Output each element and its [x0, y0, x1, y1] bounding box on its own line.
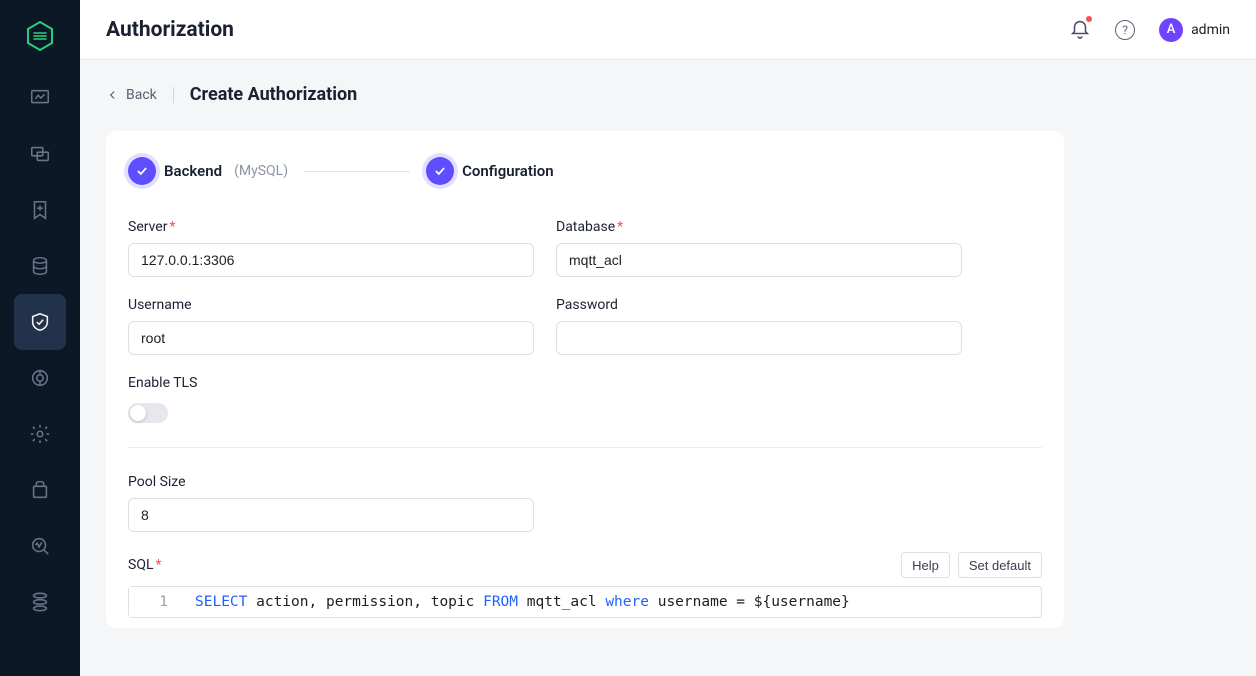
sidebar — [0, 0, 80, 676]
nav-topics-icon[interactable] — [14, 182, 66, 238]
check-icon — [426, 157, 454, 185]
app-header: Authorization ? A admin — [80, 0, 1256, 60]
nav-rules-icon[interactable] — [14, 350, 66, 406]
pool-size-input[interactable] — [128, 498, 534, 532]
avatar: A — [1159, 18, 1183, 42]
database-input[interactable] — [556, 243, 962, 277]
nav-authorization-icon[interactable] — [14, 294, 66, 350]
notifications-icon[interactable] — [1069, 17, 1091, 43]
username-input[interactable] — [128, 321, 534, 355]
app-logo[interactable] — [10, 12, 70, 60]
nav-clients-icon[interactable] — [14, 126, 66, 182]
sql-label: SQL* — [128, 557, 162, 573]
configuration-card: Backend (MySQL) Configuration Server* — [106, 131, 1064, 628]
step-backend[interactable]: Backend (MySQL) — [128, 157, 288, 185]
username: admin — [1191, 22, 1230, 38]
gutter-line: 1 — [129, 587, 185, 617]
tls-toggle[interactable] — [128, 403, 168, 423]
pool-size-label: Pool Size — [128, 474, 534, 490]
database-label: Database* — [556, 219, 962, 235]
nav-data-icon[interactable] — [14, 238, 66, 294]
step-configuration[interactable]: Configuration — [426, 157, 554, 185]
sql-editor[interactable]: 1 SELECT action, permission, topic FROM … — [128, 586, 1042, 618]
check-icon — [128, 157, 156, 185]
breadcrumb: Back Create Authorization — [106, 84, 1230, 105]
set-default-button[interactable]: Set default — [958, 552, 1042, 578]
back-button[interactable]: Back — [106, 87, 174, 103]
page-title: Authorization — [106, 18, 234, 42]
tls-label: Enable TLS — [128, 375, 534, 391]
user-menu[interactable]: A admin — [1159, 18, 1230, 42]
nav-extensions-icon[interactable] — [14, 462, 66, 518]
help-button[interactable]: Help — [901, 552, 950, 578]
password-input[interactable] — [556, 321, 962, 355]
page-heading: Create Authorization — [190, 84, 358, 105]
server-input[interactable] — [128, 243, 534, 277]
password-label: Password — [556, 297, 962, 313]
step-backend-label: Backend — [164, 162, 222, 180]
sql-content: SELECT action, permission, topic FROM mq… — [185, 587, 1041, 617]
step-indicator: Backend (MySQL) Configuration — [128, 157, 1042, 185]
step-backend-sub: (MySQL) — [234, 163, 288, 179]
nav-settings-icon[interactable] — [14, 406, 66, 462]
back-label: Back — [126, 87, 157, 103]
help-icon[interactable]: ? — [1115, 20, 1135, 40]
step-configuration-label: Configuration — [462, 162, 554, 180]
username-label: Username — [128, 297, 534, 313]
nav-monitor-icon[interactable] — [14, 70, 66, 126]
nav-cluster-icon[interactable] — [14, 574, 66, 630]
server-label: Server* — [128, 219, 534, 235]
nav-diagnose-icon[interactable] — [14, 518, 66, 574]
